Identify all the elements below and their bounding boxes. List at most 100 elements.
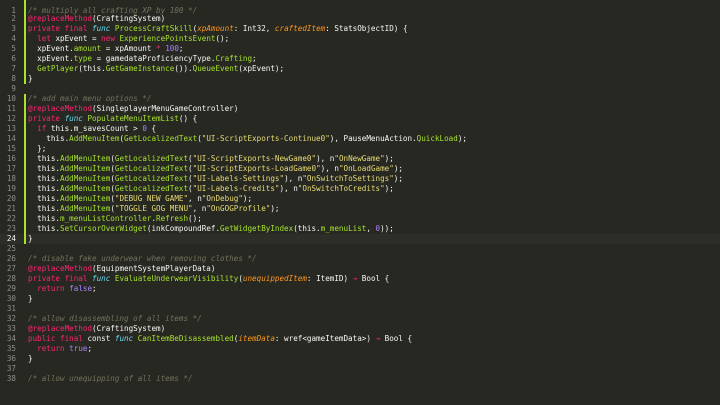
line-number: 10 (6, 94, 16, 103)
code-token: → (375, 334, 385, 343)
code-token: , n (192, 204, 207, 213)
modified-line-marker (24, 64, 26, 74)
code-token: private final (28, 274, 93, 283)
line-number: 27 (6, 264, 16, 273)
code-token: ExperiencePointsEvent (119, 34, 216, 43)
code-line[interactable]: 5 xpEvent.amount = xpAmount * 100; (0, 44, 720, 54)
code-token: @replaceMethod (28, 324, 93, 333)
code-token: ), n (320, 164, 339, 173)
line-number: 26 (6, 254, 16, 263)
modified-line-marker (24, 104, 26, 114)
code-text: public final const func CanItemBeDisasse… (28, 334, 412, 344)
code-editor[interactable]: 1/* multiply all crafting XP by 100 */2 @… (0, 0, 720, 405)
line-number: 17 (6, 164, 16, 173)
line-number: 33 (6, 324, 16, 333)
line-number: 9 (11, 84, 16, 93)
line-number: 28 (6, 274, 16, 283)
code-token: ); (270, 204, 280, 213)
code-line[interactable]: 28 private final func EvaluateUnderwearVi… (0, 274, 720, 284)
code-line[interactable]: 24} (0, 234, 720, 244)
code-token: → (352, 274, 362, 283)
code-token: "OnSwitchToCredits" (297, 184, 385, 193)
code-line[interactable]: 37 (0, 364, 720, 374)
modified-line-marker (24, 224, 26, 234)
code-line[interactable]: 32 /* allow disassembling of all items */ (0, 314, 720, 324)
code-line[interactable]: 22 this.m_menuListController.Refresh(); (0, 214, 720, 224)
code-text: this.AddMenuItem(GetLocalizedText("UI-Sc… (28, 154, 394, 164)
code-line[interactable]: 33 @replaceMethod(CraftingSystem) (0, 324, 720, 334)
code-token: "UI-ScriptExports-NewGame0" (192, 154, 317, 163)
code-line[interactable]: 15 }; (0, 144, 720, 154)
code-token: unequippedItem (242, 274, 307, 283)
code-line[interactable]: 23 this.SetCursorOverWidget(inkCompoundR… (0, 224, 720, 234)
code-token: (SingleplayerMenuGameController) (92, 104, 239, 113)
code-line[interactable]: 36} (0, 354, 720, 364)
code-token: )); (380, 224, 394, 233)
code-token: "UI-Labels-Credits" (192, 184, 280, 193)
code-line[interactable]: 38 /* allow unequipping of all items */ (0, 374, 720, 384)
line-number: 6 (11, 54, 16, 63)
code-line[interactable]: 30} (0, 294, 720, 304)
line-number: 20 (6, 194, 16, 203)
modified-line-marker (24, 74, 26, 84)
code-line[interactable]: 10 /* add main menu options */ (0, 94, 720, 104)
code-line[interactable]: 19 this.AddMenuItem(GetLocalizedText("UI… (0, 184, 720, 194)
code-line[interactable]: 14 this.AddMenuItem(GetLocalizedText("UI… (0, 134, 720, 144)
code-line[interactable]: 7 GetPlayer(this.GetGameInstance()).Queu… (0, 64, 720, 74)
code-token: (this. (293, 224, 321, 233)
code-line[interactable]: 11 @replaceMethod(SingleplayerMenuGameCon… (0, 104, 720, 114)
code-token: AddMenuItem (60, 184, 111, 193)
code-line[interactable]: 9 (0, 84, 720, 94)
code-token: this. (28, 184, 61, 193)
code-line[interactable]: 12 private func PopulateMenuItemList() { (0, 114, 720, 124)
line-number: 15 (6, 144, 16, 153)
code-line[interactable]: 2 @replaceMethod(CraftingSystem) (0, 14, 720, 24)
code-line[interactable]: 4 let xpEvent = new ExperiencePointsEven… (0, 34, 720, 44)
code-line[interactable]: 35 return true; (0, 344, 720, 354)
code-line[interactable]: 17 this.AddMenuItem(GetLocalizedText("UI… (0, 164, 720, 174)
code-token: "UI-Labels-Settings" (192, 174, 285, 183)
code-token: , n (188, 194, 202, 203)
code-token: } (28, 294, 33, 303)
modified-line-marker (24, 194, 26, 204)
code-line[interactable]: 1/* multiply all crafting XP by 100 */ (0, 0, 720, 15)
code-token: } (28, 74, 33, 83)
code-text: /* disable fake underwear when removing … (28, 254, 257, 264)
code-token: ); (242, 194, 253, 203)
code-token: (CraftingSystem) (92, 324, 166, 333)
code-token: ; (178, 44, 184, 53)
code-line[interactable]: 13 if this.m_savesCount > 0 { (0, 124, 720, 134)
line-number: 16 (6, 154, 16, 163)
code-line[interactable]: 6 xpEvent.type = gamedataProficiencyType… (0, 54, 720, 64)
code-line[interactable]: 27 @replaceMethod(EquipmentSystemPlayerDa… (0, 264, 720, 274)
code-line[interactable]: 31 (0, 304, 720, 314)
code-token: Bool { (361, 274, 390, 283)
code-token: }; (28, 144, 47, 153)
code-line[interactable]: 21 this.AddMenuItem("TOGGLE GOG MENU", n… (0, 204, 720, 214)
code-line[interactable]: 8} (0, 74, 720, 84)
code-line[interactable]: 3 private final func ProcessCraftSkill(xp… (0, 24, 720, 34)
code-line[interactable]: 16 this.AddMenuItem(GetLocalizedText("UI… (0, 154, 720, 164)
modified-line-marker (24, 214, 26, 224)
code-line[interactable]: 20 this.AddMenuItem("DEBUG NEW GAME", n"… (0, 194, 720, 204)
line-number: 11 (6, 104, 16, 113)
code-token: func (114, 334, 138, 343)
code-line[interactable]: 29 return false; (0, 284, 720, 294)
modified-line-marker (24, 164, 26, 174)
modified-line-marker (24, 124, 26, 134)
code-text: return false; (28, 284, 97, 294)
code-line[interactable]: 26 /* disable fake underwear when removin… (0, 254, 720, 264)
code-token: ; (92, 284, 97, 293)
code-line[interactable]: 25 (0, 244, 720, 254)
line-number: 35 (6, 344, 16, 353)
code-line[interactable]: 34 public final const func CanItemBeDisas… (0, 334, 720, 344)
code-token: () { (178, 114, 198, 123)
code-token: "OnSwitchToSettings" (302, 174, 394, 183)
code-token: (this. (78, 64, 106, 73)
modified-line-marker (24, 234, 26, 244)
code-line[interactable]: 18 this.AddMenuItem(GetLocalizedText("UI… (0, 174, 720, 184)
modified-line-marker (24, 184, 26, 194)
modified-line-marker (24, 54, 26, 64)
code-token: "TOGGLE GOG MENU" (114, 204, 193, 213)
